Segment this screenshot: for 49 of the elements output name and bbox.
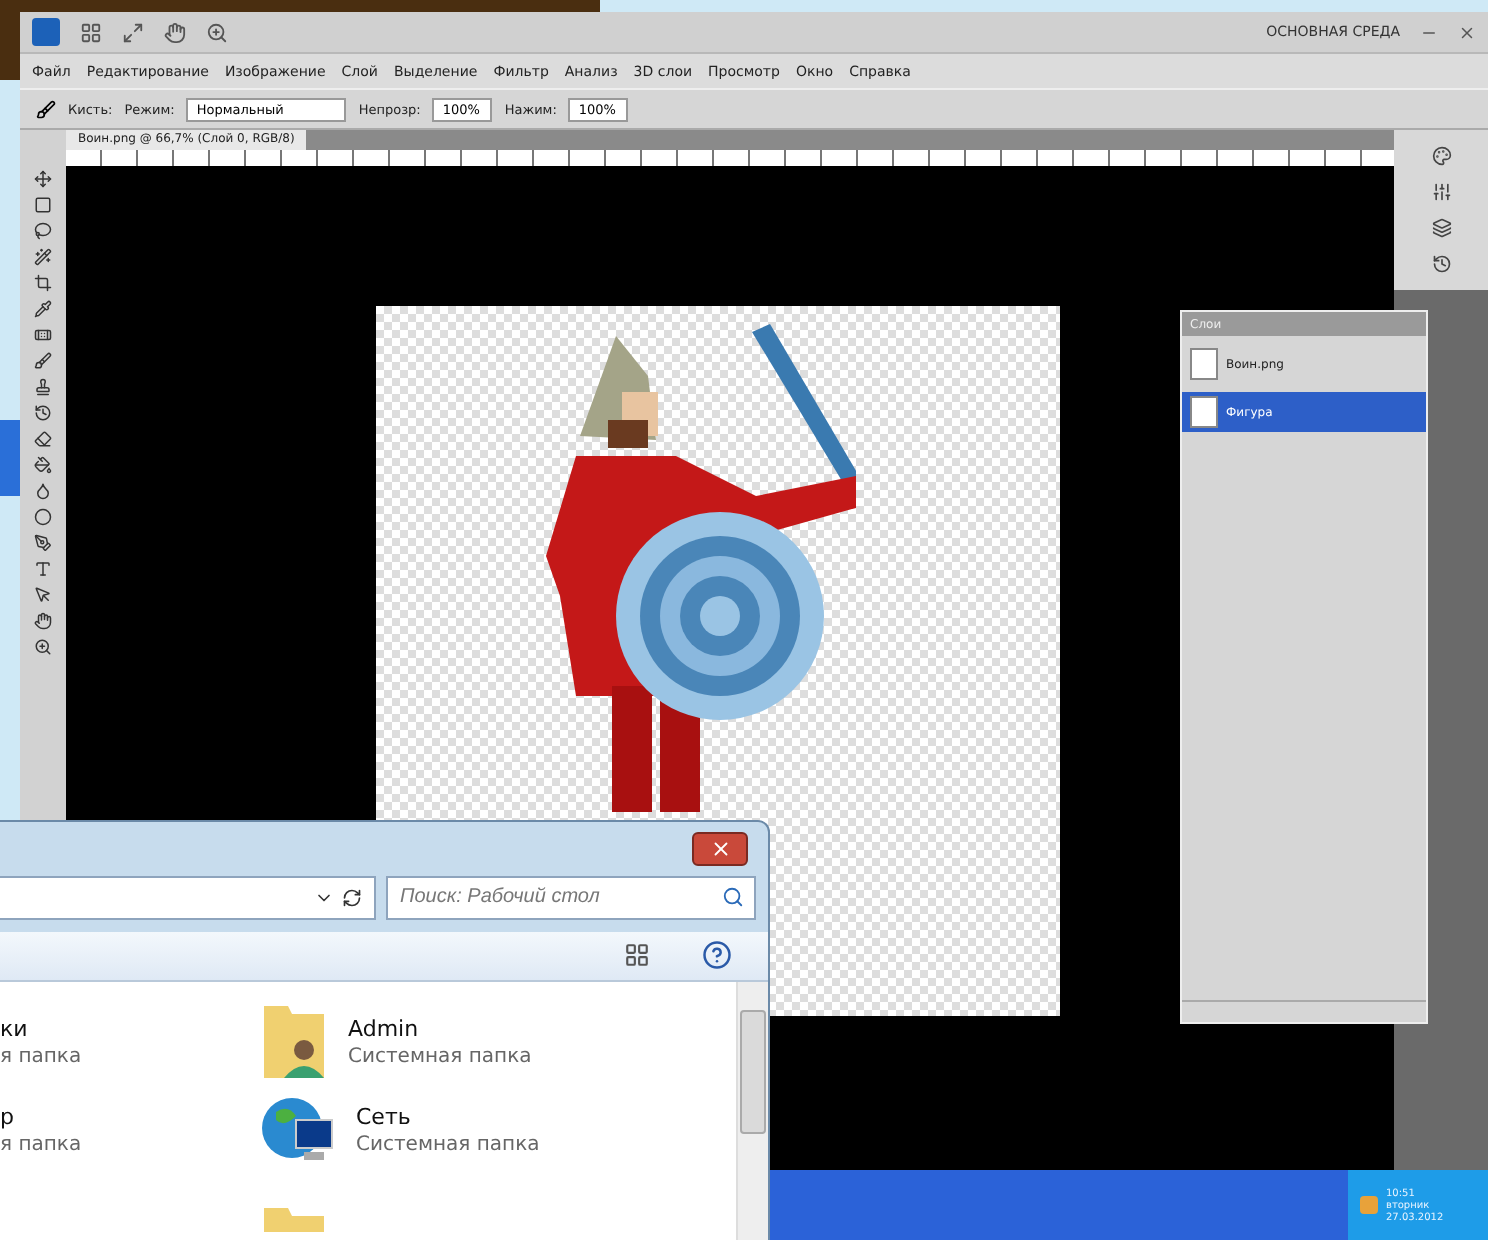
layer-thumbnail <box>1190 396 1218 428</box>
tool-icon[interactable] <box>34 612 52 630</box>
tool-icon[interactable] <box>34 404 52 422</box>
item-type: Системная папка <box>348 1046 532 1068</box>
tool-icon[interactable] <box>34 326 52 344</box>
screen-mode-icon[interactable] <box>122 21 144 43</box>
layer-thumbnail <box>1190 348 1218 380</box>
item-name[interactable]: ки <box>0 1016 82 1042</box>
sliders-icon[interactable] <box>1431 182 1451 202</box>
item-type: я папка <box>0 1046 82 1068</box>
item-name[interactable]: Admin <box>348 1016 532 1042</box>
help-icon[interactable] <box>702 940 732 971</box>
tool-icon[interactable] <box>34 534 52 552</box>
tool-icon[interactable] <box>34 638 52 656</box>
history-icon[interactable] <box>1431 254 1451 274</box>
search-icon[interactable] <box>722 885 744 908</box>
close-icon <box>709 837 731 860</box>
palette-icon[interactable] <box>1431 146 1451 166</box>
app-logo-icon <box>32 18 60 46</box>
refresh-icon[interactable] <box>342 887 362 908</box>
zoom-icon[interactable] <box>206 21 228 43</box>
layers-icon[interactable] <box>1431 218 1451 238</box>
item-name[interactable]: р <box>0 1104 82 1130</box>
grid-icon[interactable] <box>80 21 102 43</box>
tool-icon[interactable] <box>34 248 52 266</box>
close-button[interactable] <box>692 831 748 866</box>
tool-icon[interactable] <box>34 222 52 240</box>
view-icon[interactable] <box>624 942 650 969</box>
tool-icon[interactable] <box>34 170 52 188</box>
user-folder-icon <box>260 1002 328 1082</box>
item-name[interactable]: Сеть <box>356 1104 540 1130</box>
tool-icon[interactable] <box>34 378 52 396</box>
close-icon[interactable] <box>1458 23 1476 41</box>
item-type: Системная папка <box>356 1134 540 1156</box>
tool-icon[interactable] <box>34 274 52 292</box>
tool-icon[interactable] <box>34 586 52 604</box>
hand-icon[interactable] <box>164 21 186 43</box>
scrollbar[interactable] <box>736 982 768 1240</box>
brush-icon[interactable] <box>36 99 56 119</box>
folder-icon <box>260 1204 328 1232</box>
tool-icon[interactable] <box>34 352 52 370</box>
tool-icon[interactable] <box>34 430 52 448</box>
tool-icon[interactable] <box>34 300 52 318</box>
tool-icon[interactable] <box>34 560 52 578</box>
address-field[interactable] <box>0 875 376 920</box>
tool-icon[interactable] <box>34 196 52 214</box>
tool-icon[interactable] <box>34 456 52 474</box>
item-type: я папка <box>0 1134 82 1156</box>
search-field[interactable]: Поиск: Рабочий стол <box>386 875 756 920</box>
